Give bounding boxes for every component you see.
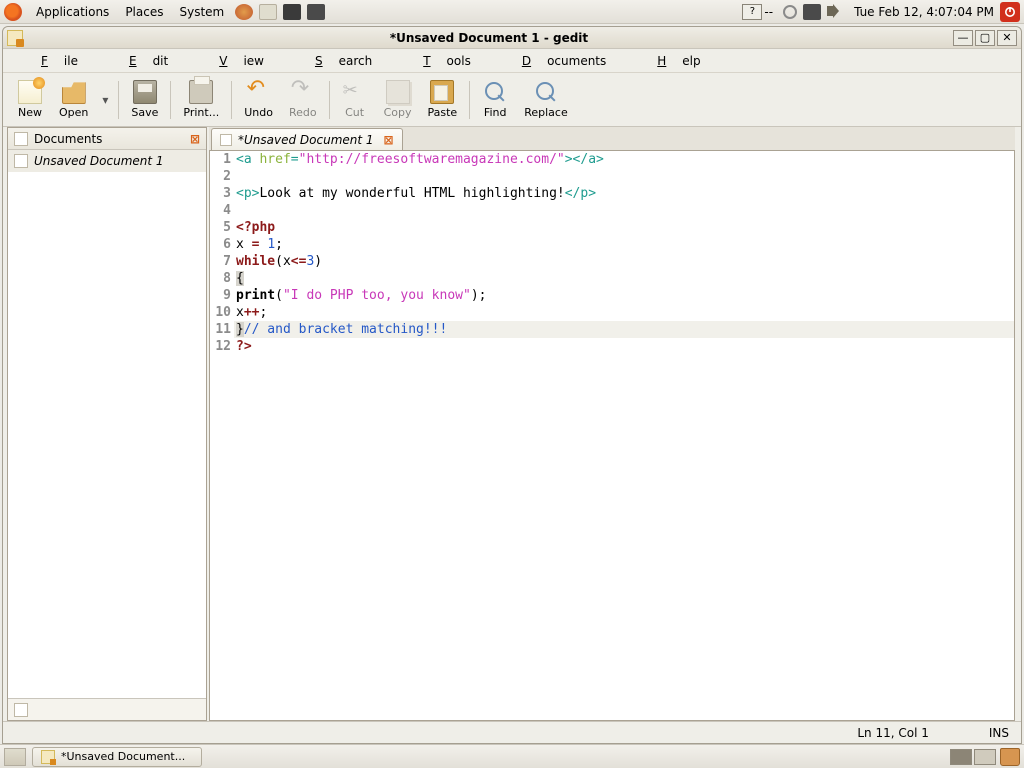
document-name: Unsaved Document 1 [34,154,164,168]
document-icon [220,134,232,146]
document-icon [14,154,28,168]
toolbar: New Open ▾ Save Print... Undo Redo Cut C… [3,73,1021,127]
gedit-app-icon [7,30,23,46]
paste-label: Paste [428,106,458,119]
power-button-icon[interactable] [1000,2,1020,22]
undo-icon [247,80,271,104]
documents-icon [14,132,28,146]
editor-tabs: *Unsaved Document 1 ⊠ [209,127,1015,151]
gnome-bottom-panel: *Unsaved Document... [0,744,1024,768]
print-button[interactable]: Print... [175,78,227,121]
document-list-item[interactable]: Unsaved Document 1 [8,150,206,172]
window-title: *Unsaved Document 1 - gedit [27,31,951,45]
undo-button[interactable]: Undo [236,78,281,121]
taskbar-label: *Unsaved Document... [61,750,185,763]
redo-icon [291,80,315,104]
statusbar: Ln 11, Col 1 INS [3,721,1021,743]
open-dropdown[interactable]: ▾ [96,93,114,107]
copy-label: Copy [384,106,412,119]
close-button[interactable]: ✕ [997,30,1017,46]
save-label: Save [131,106,158,119]
side-panel-close-icon[interactable]: ⊠ [190,132,200,146]
refresh-icon[interactable] [783,5,797,19]
workspace-2[interactable] [974,749,996,765]
gedit-app-icon [41,750,55,764]
open-button[interactable]: Open [51,78,96,121]
cut-icon [343,80,367,104]
new-file-icon [18,80,42,104]
find-label: Find [484,106,507,119]
side-panel-footer [8,698,206,720]
document-list: Unsaved Document 1 [8,150,206,698]
workspace-1[interactable] [950,749,972,765]
maximize-button[interactable]: ▢ [975,30,995,46]
menu-file[interactable]: File [9,52,94,70]
menu-documents[interactable]: Documents [490,52,622,70]
help-dash: -- [764,5,773,19]
gnome-menu-applications[interactable]: Applications [28,5,117,19]
replace-label: Replace [524,106,568,119]
taskbar-item-gedit[interactable]: *Unsaved Document... [32,747,202,767]
minimize-button[interactable]: — [953,30,973,46]
tab-unsaved-document[interactable]: *Unsaved Document 1 ⊠ [211,128,403,150]
show-desktop-icon[interactable] [4,748,26,766]
replace-button[interactable]: Replace [516,78,576,121]
firefox-icon[interactable] [235,4,253,20]
undo-label: Undo [244,106,273,119]
insert-mode: INS [989,726,1009,740]
help-badge-icon[interactable]: ? [742,4,762,20]
menu-search[interactable]: Search [283,52,388,70]
menu-edit[interactable]: Edit [97,52,184,70]
print-label: Print... [183,106,219,119]
paste-icon [430,80,454,104]
side-panel-header: Documents ⊠ [8,128,206,150]
trash-icon[interactable] [1000,748,1020,766]
copy-button[interactable]: Copy [376,78,420,121]
menu-help[interactable]: Help [625,52,716,70]
gnome-menu-places[interactable]: Places [117,5,171,19]
document-icon[interactable] [14,703,28,717]
new-label: New [18,106,42,119]
copy-icon [386,80,410,104]
new-button[interactable]: New [9,78,51,121]
redo-label: Redo [289,106,317,119]
find-button[interactable]: Find [474,78,516,121]
open-label: Open [59,106,88,119]
redo-button[interactable]: Redo [281,78,325,121]
menu-view[interactable]: View [187,52,280,70]
clock[interactable]: Tue Feb 12, 4:07:04 PM [854,5,994,19]
mail-icon[interactable] [259,4,277,20]
save-icon [133,80,157,104]
save-button[interactable]: Save [123,78,166,121]
menubar: File Edit View Search Tools Documents He… [3,49,1021,73]
network-icon[interactable] [803,4,821,20]
gnome-top-panel: Applications Places System ? -- Tue Feb … [0,0,1024,24]
paste-button[interactable]: Paste [420,78,466,121]
find-icon [483,80,507,104]
help-badge-text: ? [750,6,755,17]
menu-tools[interactable]: Tools [391,52,487,70]
terminal-icon[interactable] [283,4,301,20]
print-icon [189,80,213,104]
code-editor[interactable]: 1<a href="http://freesoftwaremagazine.co… [209,151,1015,721]
gnome-menu-system[interactable]: System [171,5,232,19]
cut-label: Cut [345,106,364,119]
side-panel-title: Documents [34,132,102,146]
screenshot-icon[interactable] [307,4,325,20]
volume-icon[interactable] [827,4,845,20]
cursor-position: Ln 11, Col 1 [857,726,929,740]
tab-close-icon[interactable]: ⊠ [384,133,394,147]
side-panel: Documents ⊠ Unsaved Document 1 [7,127,207,721]
replace-icon [534,80,558,104]
titlebar[interactable]: *Unsaved Document 1 - gedit — ▢ ✕ [3,27,1021,49]
tab-label: *Unsaved Document 1 [238,133,374,147]
cut-button[interactable]: Cut [334,78,376,121]
gedit-window: *Unsaved Document 1 - gedit — ▢ ✕ File E… [2,26,1022,744]
open-icon [62,80,86,104]
workspace-switcher[interactable] [950,749,996,765]
ubuntu-logo-icon[interactable] [4,3,22,21]
editor-pane: *Unsaved Document 1 ⊠ 1<a href="http://f… [209,127,1015,721]
